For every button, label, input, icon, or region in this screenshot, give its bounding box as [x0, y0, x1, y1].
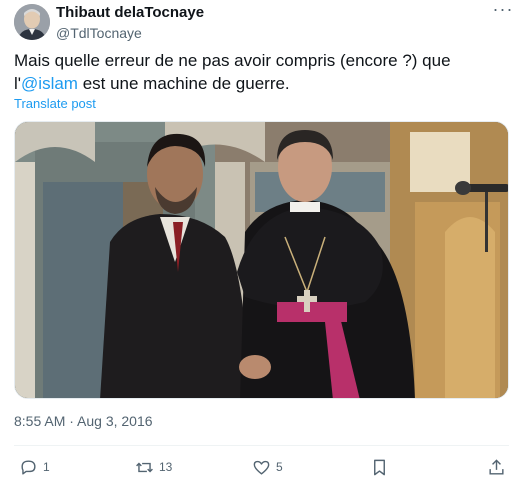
divider [14, 445, 509, 446]
heart-icon [253, 460, 270, 475]
author-handle[interactable]: @TdlTocnaye [56, 24, 204, 42]
photo-image [15, 122, 508, 398]
like-count: 5 [276, 460, 283, 474]
reply-icon [21, 459, 36, 475]
mention-link[interactable]: @islam [21, 74, 78, 93]
tweet-actions: 1 13 5 [14, 456, 509, 478]
retweet-icon [136, 462, 153, 472]
translate-post-link[interactable]: Translate post [14, 96, 96, 111]
tweet-text: Mais quelle erreur de ne pas avoir compr… [14, 49, 509, 95]
tweet-timestamp[interactable]: 8:55 AM · Aug 3, 2016 [14, 413, 153, 429]
reply-button[interactable]: 1 [19, 456, 50, 478]
retweet-button[interactable]: 13 [135, 456, 172, 478]
author-avatar[interactable] [14, 4, 50, 40]
share-button[interactable] [487, 456, 506, 478]
avatar-image [14, 4, 50, 40]
tweet-header: Thibaut delaTocnaye @TdlTocnaye ··· [14, 0, 514, 44]
retweet-count: 13 [159, 460, 173, 474]
share-icon [489, 458, 504, 475]
tweet-photo[interactable] [14, 121, 509, 399]
bookmark-icon [374, 459, 385, 475]
author-display-name[interactable]: Thibaut delaTocnaye [56, 4, 204, 22]
tweet-text-after: est une machine de guerre. [77, 74, 290, 93]
bookmark-button[interactable] [370, 456, 389, 478]
like-button[interactable]: 5 [252, 456, 283, 478]
tweet-card: Thibaut delaTocnaye @TdlTocnaye ··· Mais… [0, 0, 521, 488]
more-options-icon[interactable]: ··· [492, 0, 514, 22]
reply-count: 1 [43, 460, 50, 474]
